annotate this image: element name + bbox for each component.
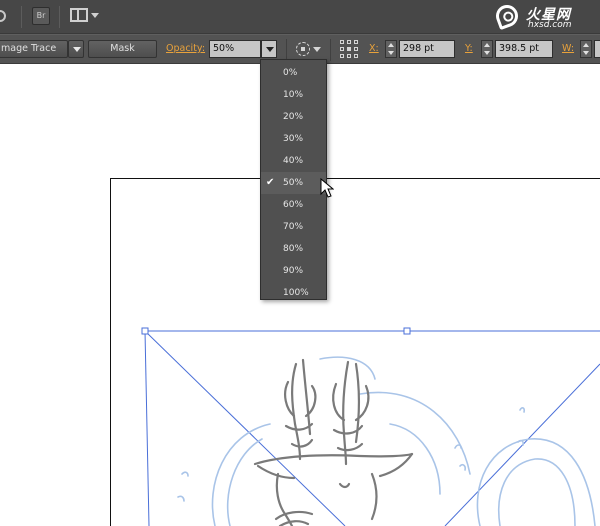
y-field[interactable]: 398.5 pt [495,40,553,58]
blue-sketch-lines [177,356,596,526]
opacity-option[interactable]: 70% [261,216,326,238]
x-label[interactable]: X: [369,43,379,54]
opacity-option[interactable]: 40% [261,150,326,172]
divider [330,39,331,61]
divider [59,6,60,28]
chevron-down-icon[interactable] [313,47,321,52]
w-label[interactable]: W: [562,43,574,54]
x-field[interactable]: 298 pt [399,40,455,58]
x-stepper[interactable] [385,40,397,58]
opacity-option[interactable]: 60% [261,194,326,216]
divider [286,39,287,61]
arrange-documents-button[interactable] [70,8,100,24]
w-field[interactable] [594,40,600,58]
chevron-down-icon [266,47,274,52]
recolor-artwork-icon[interactable] [296,42,310,56]
image-trace-preset-dropdown[interactable] [68,40,84,58]
opacity-option[interactable]: 20% [261,106,326,128]
mouse-pointer-icon [320,178,334,198]
y-stepper[interactable] [481,40,493,58]
arrange-documents-icon [70,8,88,22]
w-stepper[interactable] [580,40,592,58]
opacity-dropdown-button[interactable] [261,40,277,58]
opacity-field[interactable]: 50% [209,40,261,58]
opacity-dropdown-menu: 0% 10% 20% 30% 40% ✔ 50% 60% 70% 80% 90%… [260,59,327,300]
deer-sketch [253,358,414,526]
opacity-option[interactable]: 80% [261,238,326,260]
logo-subtitle: hxsd.com [528,20,572,30]
y-label[interactable]: Y: [465,43,473,54]
application-bar: Br 火星网 hxsd.com [0,0,600,34]
opacity-option-label: 50% [283,178,304,188]
logo-icon [492,1,522,31]
opacity-option[interactable]: 100% [261,282,326,304]
bridge-button[interactable]: Br [32,7,50,25]
opacity-option[interactable]: 30% [261,128,326,150]
opacity-option-selected[interactable]: ✔ 50% [261,172,326,194]
mask-button[interactable]: Mask [88,40,157,58]
chevron-down-icon [91,13,99,18]
divider [21,6,22,28]
checkmark-icon: ✔ [266,177,275,188]
sync-icon[interactable] [0,10,6,22]
opacity-label[interactable]: Opacity: [166,43,205,54]
chevron-down-icon [73,47,81,52]
opacity-option[interactable]: 10% [261,84,326,106]
site-logo: 火星网 hxsd.com [492,1,592,31]
reference-point-icon[interactable] [340,40,358,58]
opacity-option[interactable]: 0% [261,62,326,84]
opacity-option[interactable]: 90% [261,260,326,282]
illustrator-window: Br 火星网 hxsd.com mage Trace Mask Opacity:… [0,0,600,526]
image-trace-button[interactable]: mage Trace [0,40,68,58]
selection-bounding-box [141,327,600,526]
